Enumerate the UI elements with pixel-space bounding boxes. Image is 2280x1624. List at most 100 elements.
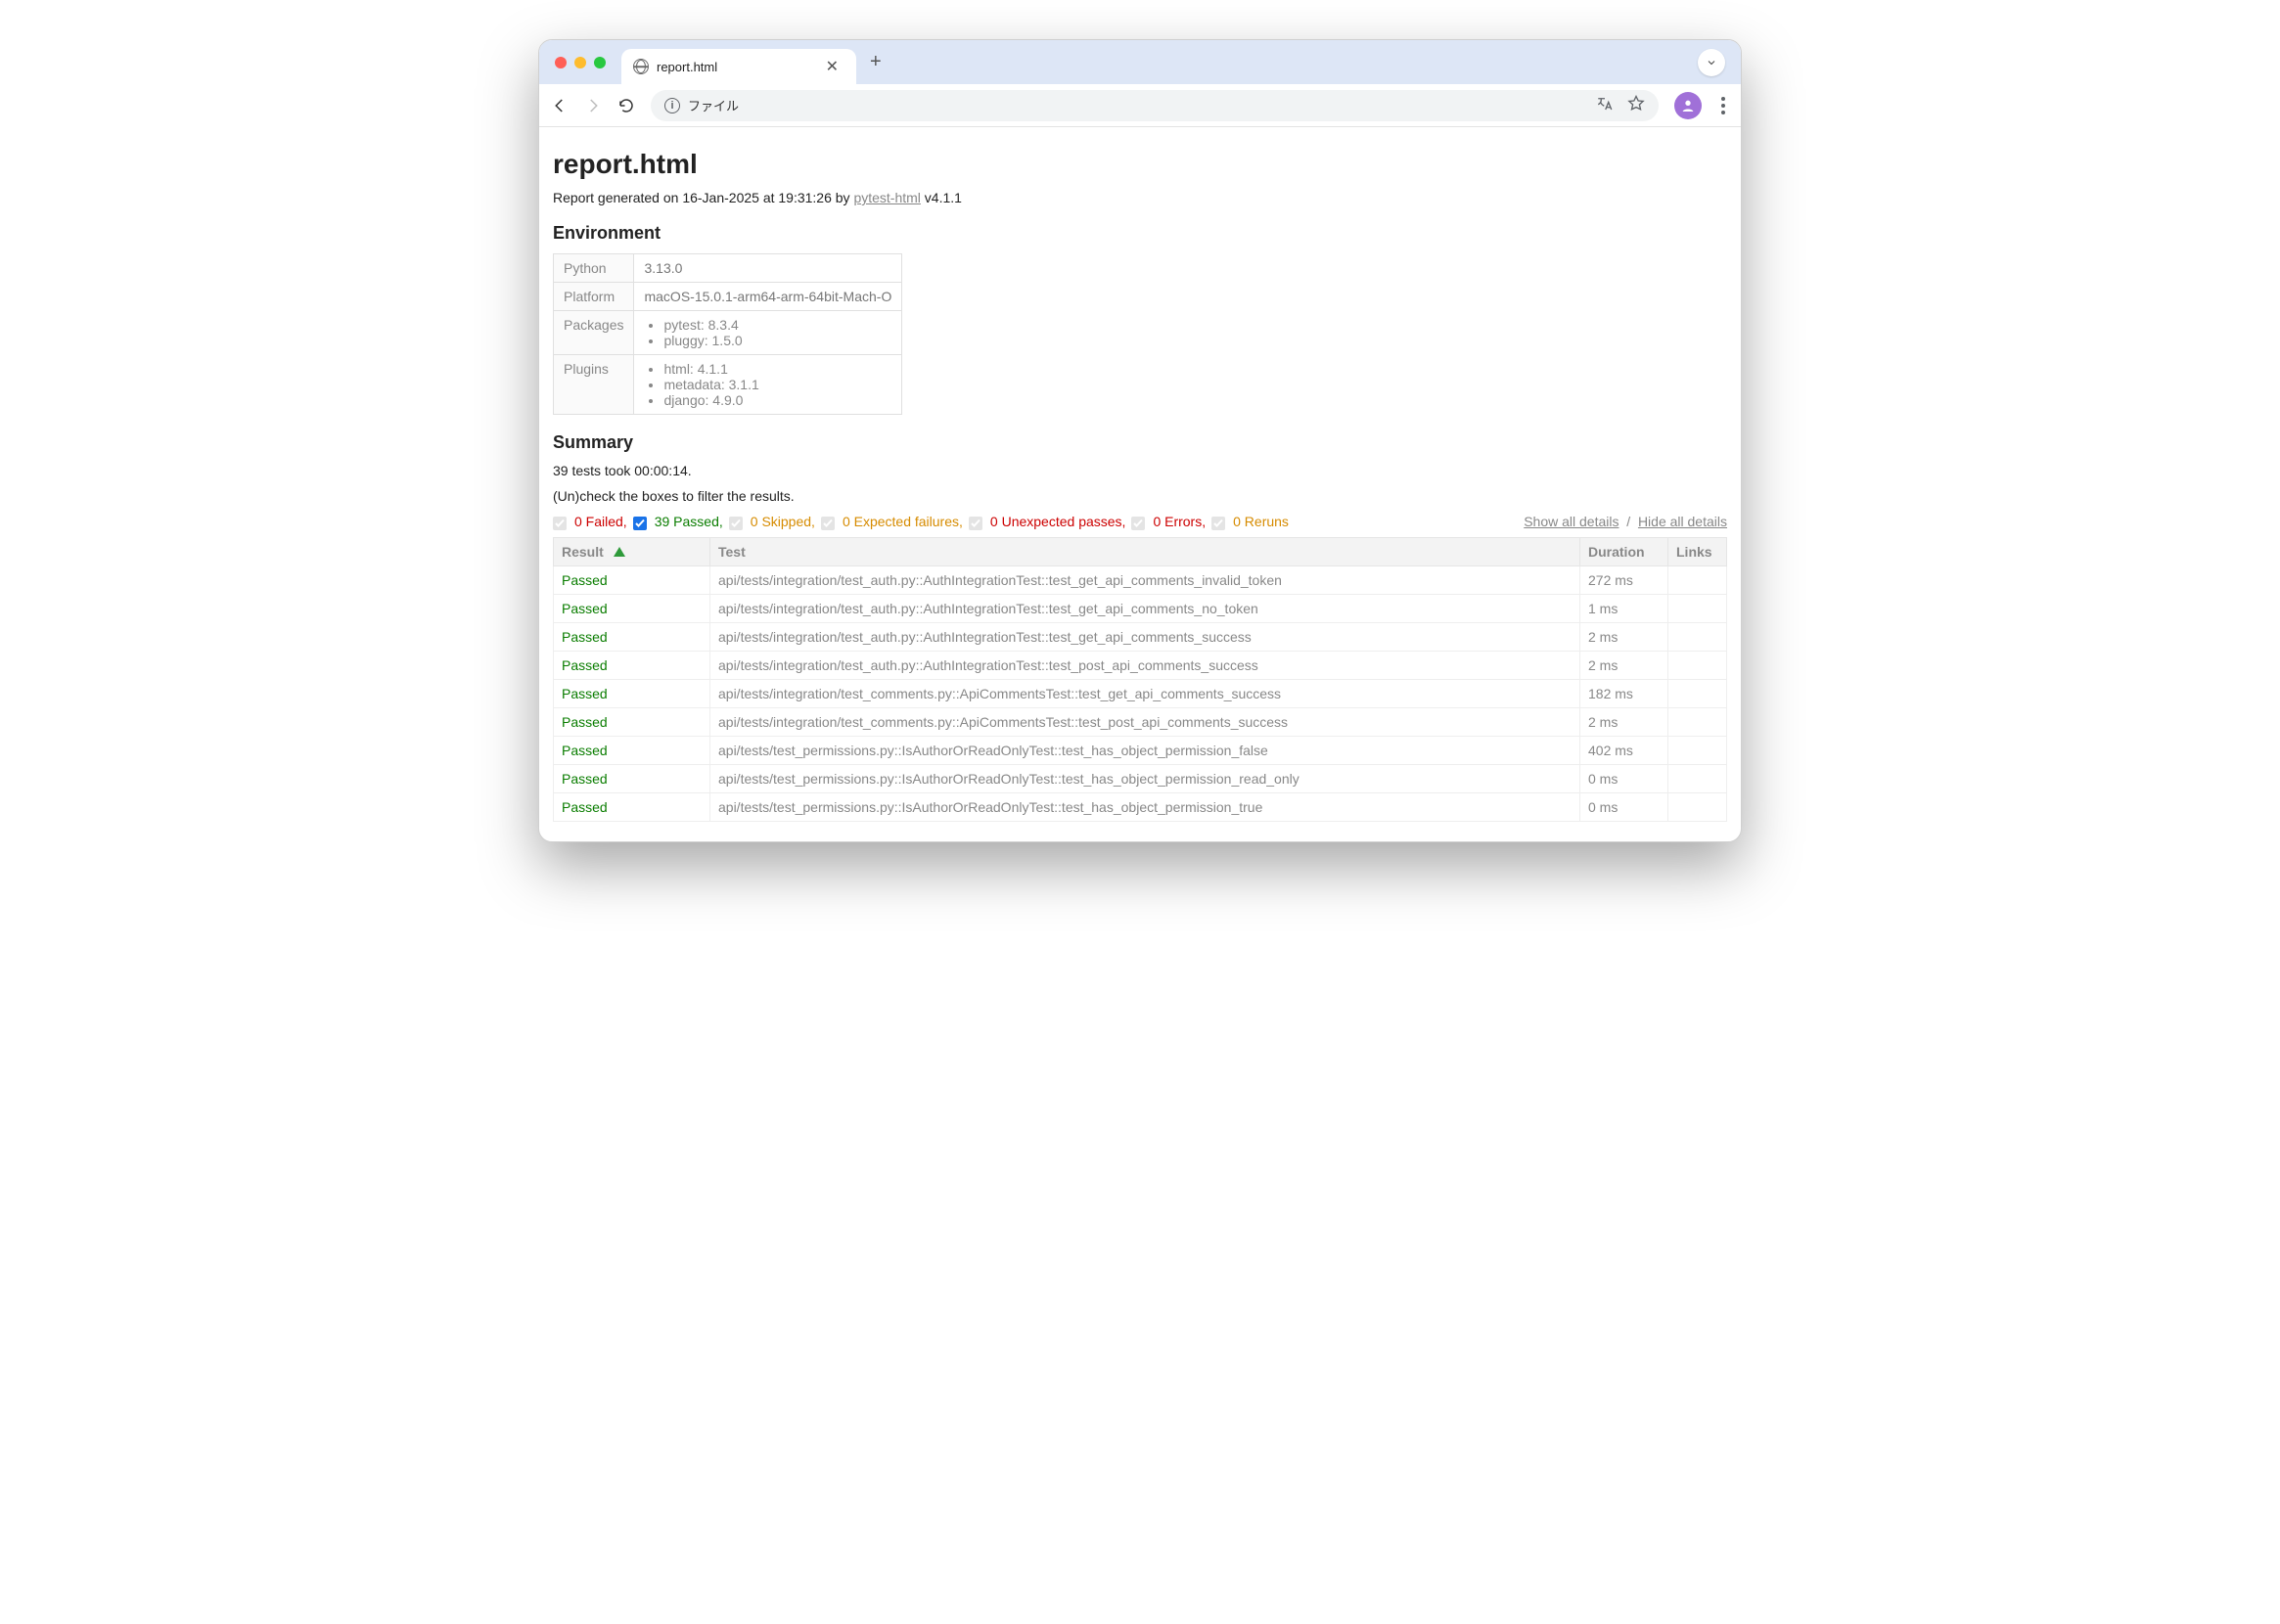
close-tab-button[interactable]: ✕ [820,57,844,76]
new-tab-button[interactable]: + [870,51,882,73]
env-val: macOS-15.0.1-arm64-arm-64bit-Mach-O [634,283,902,311]
cell-links [1668,793,1727,822]
cell-result: Passed [554,566,710,595]
profile-avatar[interactable] [1674,92,1702,119]
cell-links [1668,595,1727,623]
translate-icon[interactable] [1596,95,1614,115]
env-row-python: Python 3.13.0 [554,254,902,283]
filter-xpass-label: 0 Unexpected passes, [990,514,1126,529]
results-row[interactable]: Passedapi/tests/test_permissions.py::IsA… [554,793,1727,822]
forward-button[interactable] [584,97,602,114]
results-row[interactable]: Passedapi/tests/integration/test_auth.py… [554,566,1727,595]
cell-duration: 2 ms [1580,708,1668,737]
cell-links [1668,623,1727,652]
cell-test: api/tests/integration/test_auth.py::Auth… [710,595,1580,623]
env-list-item: django: 4.9.0 [663,392,891,408]
cell-result: Passed [554,652,710,680]
cell-result: Passed [554,595,710,623]
results-row[interactable]: Passedapi/tests/integration/test_auth.py… [554,652,1727,680]
reload-button[interactable] [617,97,635,114]
bookmark-icon[interactable] [1627,95,1645,115]
checkbox-passed[interactable] [633,517,647,530]
checkbox-errors[interactable] [1131,517,1145,530]
env-row-platform: Platform macOS-15.0.1-arm64-arm-64bit-Ma… [554,283,902,311]
cell-test: api/tests/test_permissions.py::IsAuthorO… [710,765,1580,793]
cell-duration: 2 ms [1580,652,1668,680]
filter-skipped-label: 0 Skipped, [751,514,815,529]
cell-duration: 1 ms [1580,595,1668,623]
arrow-right-icon [584,97,602,114]
cell-result: Passed [554,623,710,652]
results-row[interactable]: Passedapi/tests/integration/test_auth.py… [554,595,1727,623]
filter-reruns-label: 0 Reruns [1233,514,1289,529]
cell-result: Passed [554,765,710,793]
info-icon: i [664,98,680,113]
results-row[interactable]: Passedapi/tests/integration/test_comment… [554,680,1727,708]
cell-links [1668,652,1727,680]
results-row[interactable]: Passedapi/tests/integration/test_comment… [554,708,1727,737]
header-duration[interactable]: Duration [1580,538,1668,566]
summary-count: 39 tests took 00:00:14. [553,463,1727,478]
cell-links [1668,765,1727,793]
globe-icon [633,59,649,74]
summary-heading: Summary [553,432,1727,453]
filter-hint: (Un)check the boxes to filter the result… [553,488,1727,504]
cell-duration: 0 ms [1580,793,1668,822]
cell-links [1668,708,1727,737]
cell-links [1668,680,1727,708]
env-val: pytest: 8.3.4pluggy: 1.5.0 [634,311,902,355]
address-bar[interactable]: i ファイル [651,90,1659,121]
environment-table: Python 3.13.0 Platform macOS-15.0.1-arm6… [553,253,902,415]
pytest-html-link[interactable]: pytest-html [853,190,920,205]
filter-failed-label: 0 Failed, [574,514,627,529]
filter-passed-label: 39 Passed, [655,514,723,529]
cell-test: api/tests/test_permissions.py::IsAuthorO… [710,793,1580,822]
toolbar: i ファイル [539,84,1741,127]
chevron-down-icon [1706,57,1717,68]
checkbox-failed[interactable] [553,517,567,530]
tab-overflow-button[interactable] [1698,49,1725,76]
maximize-window-button[interactable] [594,57,606,68]
titlebar-right [1698,49,1725,76]
results-row[interactable]: Passedapi/tests/test_permissions.py::IsA… [554,765,1727,793]
results-table: Result Test Duration Links Passedapi/tes… [553,537,1727,822]
tab-title: report.html [657,60,820,74]
environment-heading: Environment [553,223,1727,244]
window-controls [555,57,606,68]
results-header-row: Result Test Duration Links [554,538,1727,566]
cell-test: api/tests/integration/test_auth.py::Auth… [710,652,1580,680]
omnibox-label: ファイル [688,96,739,114]
header-result[interactable]: Result [554,538,710,566]
generated-prefix: Report generated on 16-Jan-2025 at 19:31… [553,190,853,205]
filter-errors-label: 0 Errors, [1153,514,1206,529]
env-list-item: metadata: 3.1.1 [663,377,891,392]
filter-xfail-label: 0 Expected failures, [843,514,963,529]
browser-tab[interactable]: report.html ✕ [621,49,856,84]
show-all-link[interactable]: Show all details [1524,514,1619,529]
cell-duration: 272 ms [1580,566,1668,595]
checkbox-xfail[interactable] [821,517,835,530]
checkbox-xpass[interactable] [969,517,982,530]
results-row[interactable]: Passedapi/tests/test_permissions.py::IsA… [554,737,1727,765]
browser-window: report.html ✕ + i ファイル [538,39,1742,842]
minimize-window-button[interactable] [574,57,586,68]
arrow-left-icon [551,97,569,114]
page-title: report.html [553,149,1727,180]
cell-result: Passed [554,708,710,737]
cell-test: api/tests/integration/test_comments.py::… [710,708,1580,737]
back-button[interactable] [551,97,569,114]
generated-line: Report generated on 16-Jan-2025 at 19:31… [553,190,1727,205]
browser-menu-button[interactable] [1717,97,1729,114]
env-row-plugins: Plugins html: 4.1.1metadata: 3.1.1django… [554,355,902,415]
header-links[interactable]: Links [1668,538,1727,566]
env-list-item: pytest: 8.3.4 [663,317,891,333]
hide-all-link[interactable]: Hide all details [1638,514,1727,529]
close-window-button[interactable] [555,57,567,68]
results-row[interactable]: Passedapi/tests/integration/test_auth.py… [554,623,1727,652]
cell-result: Passed [554,793,710,822]
env-row-packages: Packages pytest: 8.3.4pluggy: 1.5.0 [554,311,902,355]
checkbox-reruns[interactable] [1211,517,1225,530]
header-test[interactable]: Test [710,538,1580,566]
checkbox-skipped[interactable] [729,517,743,530]
cell-test: api/tests/test_permissions.py::IsAuthorO… [710,737,1580,765]
